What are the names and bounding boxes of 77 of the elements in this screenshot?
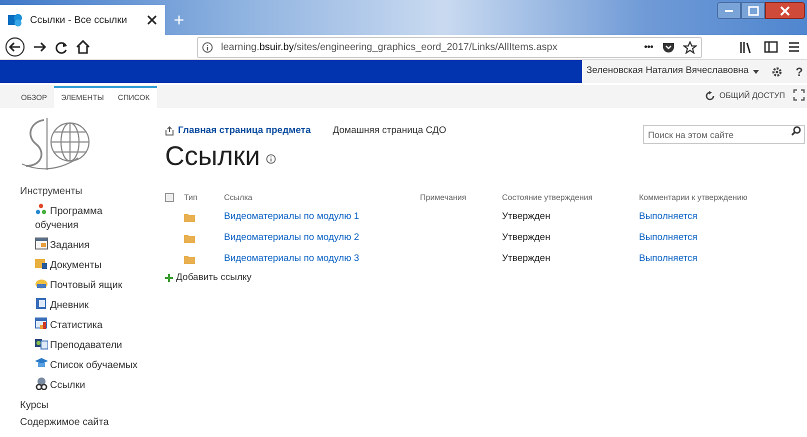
close-button[interactable] xyxy=(765,2,805,19)
back-button[interactable] xyxy=(4,36,25,58)
item-link[interactable]: Видеоматериалы по модулю 1 xyxy=(224,210,420,225)
chain-icon xyxy=(35,377,48,390)
nav-link[interactable]: Главная страница предмета xyxy=(165,124,311,138)
sidebar-link[interactable]: Содержимое сайта xyxy=(20,416,109,430)
column-header: Примечания xyxy=(420,192,468,204)
folder-icon xyxy=(184,213,195,222)
notebook-icon xyxy=(35,297,48,310)
sidebar-link[interactable]: Список обучаемых xyxy=(35,356,138,376)
column-header: Ссылка xyxy=(224,192,254,204)
sidebar-link[interactable]: Задания xyxy=(35,236,90,256)
folder-icon xyxy=(184,234,195,243)
browser-tab[interactable]: Ссылки - Все ссылки xyxy=(0,5,165,35)
chart-icon xyxy=(35,317,48,330)
sidebar-link[interactable]: Документы xyxy=(35,256,102,276)
settings-button[interactable] xyxy=(770,65,784,78)
folder-icon xyxy=(35,257,48,270)
mailbox-icon xyxy=(35,277,48,290)
address-bar[interactable]: learning.bsuir.by/sites/engineering_graphics_eord_2017/Links/AllItems.aspx ••• xyxy=(197,36,702,58)
plus-icon xyxy=(165,274,173,282)
focus-button[interactable] xyxy=(793,89,805,101)
folder-icon xyxy=(184,255,195,264)
comment-link[interactable]: Выполняется xyxy=(639,231,807,246)
reload-button[interactable] xyxy=(53,39,69,55)
help-button[interactable]: ? xyxy=(796,62,803,80)
home-button[interactable] xyxy=(75,39,91,55)
sidebar-button[interactable] xyxy=(763,40,778,54)
sidebar-link[interactable]: Курсы xyxy=(20,396,48,416)
table-cell-text: Утвержден xyxy=(502,210,552,224)
sharepoint-icon xyxy=(8,13,22,27)
column-header: Тип xyxy=(184,192,198,204)
sidebar-link[interactable]: Преподаватели xyxy=(35,336,122,356)
sidebar-link[interactable]: Программа обучения xyxy=(35,200,135,236)
user-menu-button[interactable]: Зеленовская Наталия Вячеславовна xyxy=(586,64,759,79)
minimize-icon xyxy=(725,10,733,12)
graduation-cap-icon xyxy=(35,357,48,370)
sidebar-heading: Инструменты xyxy=(20,185,82,199)
sidebar-link[interactable]: Статистика xyxy=(35,316,103,336)
comment-link[interactable]: Выполняется xyxy=(639,210,807,225)
info-icon xyxy=(266,154,276,164)
url-text: learning.bsuir.by/sites/engineering_graphics_eord_2017/Links/AllItems.aspx xyxy=(221,40,558,54)
table-cell-text: Утвержден xyxy=(502,252,552,266)
nodes-icon xyxy=(35,203,48,216)
add-link[interactable]: Добавить ссылку xyxy=(165,271,252,286)
select-all-checkbox[interactable] xyxy=(165,193,174,202)
close-icon xyxy=(147,15,157,25)
column-header: Комментарии к утверждению xyxy=(639,192,748,204)
comment-link[interactable]: Выполняется xyxy=(639,252,807,267)
library-button[interactable] xyxy=(738,40,753,54)
caret-icon xyxy=(752,70,759,74)
page-actions-button[interactable]: ••• xyxy=(644,40,653,54)
page-title: Ссылки xyxy=(165,142,260,170)
table-cell-text: Утвержден xyxy=(502,231,552,246)
nav-link[interactable]: Домашняя страница СДО xyxy=(332,124,483,138)
close-icon xyxy=(780,6,790,16)
item-link[interactable]: Видеоматериалы по модулю 3 xyxy=(224,252,420,267)
maximize-button[interactable] xyxy=(741,2,765,19)
pocket-button[interactable] xyxy=(661,40,675,54)
search-icon xyxy=(791,126,801,136)
maximize-icon xyxy=(748,6,758,16)
column-header: Состояние утверждения xyxy=(502,192,594,204)
sidebar-link[interactable]: Ссылки xyxy=(35,376,86,396)
search-field[interactable]: Поиск на этом сайте xyxy=(643,125,805,144)
share-button[interactable]: ОБЩИЙ ДОСТУП xyxy=(705,90,785,102)
item-link[interactable]: Видеоматериалы по модулю 2 xyxy=(224,231,420,246)
bookmark-star-button[interactable] xyxy=(683,40,697,54)
sidebar-link[interactable]: Дневник xyxy=(35,296,89,316)
menu-button[interactable] xyxy=(788,40,799,54)
sidebar-link[interactable]: Почтовый ящик xyxy=(35,276,122,296)
refresh-icon xyxy=(705,91,716,101)
info-icon xyxy=(202,42,213,52)
tab-title: Ссылки - Все ссылки xyxy=(30,14,128,28)
minimize-button[interactable] xyxy=(717,2,741,19)
calendar-icon xyxy=(35,237,48,250)
contact-card-icon xyxy=(35,337,48,350)
upload-icon xyxy=(165,126,174,136)
